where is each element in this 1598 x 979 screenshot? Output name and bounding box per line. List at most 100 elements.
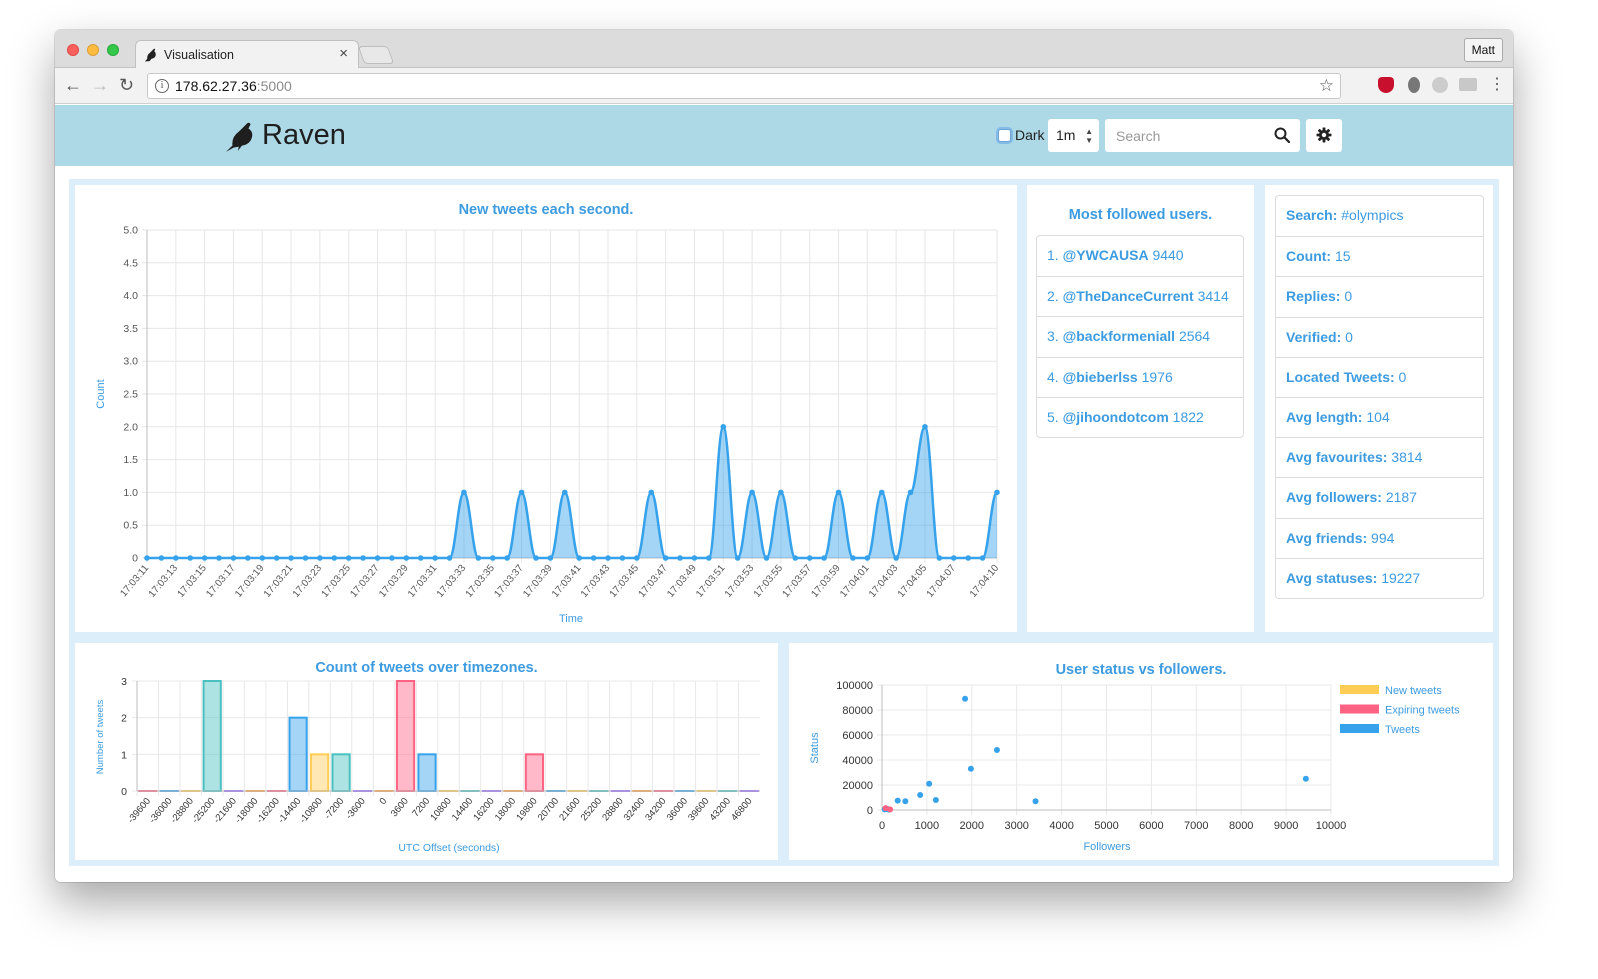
data-point xyxy=(230,555,237,561)
data-point xyxy=(403,555,410,561)
x-tick-label: 0 xyxy=(879,820,885,832)
x-tick-label: 17:03:59 xyxy=(809,563,843,600)
stat-avg-followers: Avg followers: 2187 xyxy=(1276,477,1483,517)
y-tick-label: 1 xyxy=(121,749,127,761)
new-tab-button[interactable] xyxy=(357,46,395,64)
bulb-extension-icon[interactable] xyxy=(1408,77,1420,93)
data-point xyxy=(734,555,741,561)
data-point xyxy=(922,424,928,430)
data-point xyxy=(994,489,1000,496)
search-icon[interactable] xyxy=(1274,127,1290,143)
data-point xyxy=(821,555,827,561)
data-point xyxy=(576,555,583,561)
y-tick-label: 4.0 xyxy=(123,290,138,302)
x-tick-label: 2000 xyxy=(960,820,984,832)
select-arrows-icon: ▲ ▼ xyxy=(1085,127,1093,145)
back-arrow-icon[interactable]: ← xyxy=(64,74,82,96)
stats-card: Search: #olympics Count: 15 Replies: 0 V… xyxy=(1265,185,1493,632)
user-handle[interactable]: @jihoondotcom xyxy=(1063,409,1169,425)
data-point xyxy=(893,555,899,561)
mercury-extension-icon[interactable] xyxy=(1432,77,1448,93)
data-point xyxy=(317,555,323,561)
follower-count: 9440 xyxy=(1152,247,1184,263)
extension-badge-icon[interactable] xyxy=(1459,78,1477,91)
stat-label: Avg statuses: xyxy=(1286,569,1378,586)
stat-label: Replies: xyxy=(1286,288,1341,305)
dark-mode-checkbox[interactable] xyxy=(998,129,1011,142)
x-tick-label: 17:03:43 xyxy=(579,563,613,600)
x-tick-label: 18000 xyxy=(493,796,518,823)
address-bar[interactable]: i 178.62.27.36:5000 ☆ xyxy=(147,73,1341,99)
y-tick-label: 1.5 xyxy=(123,454,138,466)
stat-label: Avg favourites: xyxy=(1286,449,1388,466)
list-item[interactable]: 5. @jihoondotcom 1822 xyxy=(1037,396,1243,437)
tab-title: Visualisation xyxy=(164,48,234,62)
data-point xyxy=(677,555,683,561)
data-point xyxy=(619,555,626,561)
x-tick-label: 7000 xyxy=(1184,820,1208,832)
data-point xyxy=(489,555,496,561)
search-input[interactable] xyxy=(1105,119,1265,152)
user-handle[interactable]: @YWCAUSA xyxy=(1063,247,1149,263)
user-handle[interactable]: @backformeniall xyxy=(1063,328,1175,344)
scatter-point xyxy=(967,765,974,772)
stat-avg-statuses: Avg statuses: 19227 xyxy=(1276,557,1483,598)
stat-label: Avg length: xyxy=(1286,408,1363,425)
reload-icon[interactable]: ↻ xyxy=(119,74,134,96)
list-item[interactable]: 4. @bieberlss 1976 xyxy=(1037,356,1243,397)
y-tick-label: 0 xyxy=(132,553,138,565)
x-tick-label: 0 xyxy=(378,796,390,807)
y-tick-label: 3.5 xyxy=(123,323,138,335)
minimize-window-button[interactable] xyxy=(87,44,99,56)
time-range-select[interactable]: 1m ▲ ▼ xyxy=(1048,119,1099,152)
data-point xyxy=(850,555,856,561)
tweets-per-second-chart: 00.51.01.52.02.53.03.54.04.55.017:03:111… xyxy=(95,225,1002,626)
close-window-button[interactable] xyxy=(67,44,79,56)
user-handle[interactable]: @TheDanceCurrent xyxy=(1063,288,1194,304)
profile-button[interactable]: Matt xyxy=(1463,38,1503,62)
x-tick-label: 3600 xyxy=(389,796,411,819)
data-point xyxy=(547,555,554,561)
bar xyxy=(417,753,437,793)
tab-close-icon[interactable]: × xyxy=(339,45,348,62)
user-handle[interactable]: @bieberlss xyxy=(1063,369,1138,385)
bookmark-star-icon[interactable]: ☆ xyxy=(1319,76,1334,96)
browser-window: Visualisation × Matt ← → ↻ i 178.62.27.3… xyxy=(55,30,1513,882)
y-tick-label: 2 xyxy=(121,713,127,725)
data-point xyxy=(835,489,842,496)
browser-tab[interactable]: Visualisation × xyxy=(135,40,359,69)
data-point xyxy=(878,489,885,496)
y-tick-label: 2.5 xyxy=(123,389,138,401)
stat-located-tweets: Located Tweets: 0 xyxy=(1276,356,1483,397)
zoom-window-button[interactable] xyxy=(107,44,119,56)
bar xyxy=(310,753,330,793)
stat-label: Count: xyxy=(1286,248,1332,265)
scatter-point xyxy=(887,806,894,813)
stat-label: Avg followers: xyxy=(1286,489,1382,506)
scatter-point xyxy=(993,747,1000,753)
list-item[interactable]: 1. @YWCAUSA 9440 xyxy=(1037,236,1243,276)
data-point xyxy=(446,555,453,561)
data-point xyxy=(144,555,150,561)
scatter-point xyxy=(917,792,924,798)
x-tick-label: 17:03:19 xyxy=(233,563,267,600)
list-item[interactable]: 3. @backformeniall 2564 xyxy=(1037,316,1243,356)
legend-label: Tweets xyxy=(1385,724,1420,736)
page: Raven Dark 1m ▲ ▼ Search New tweets each… xyxy=(55,105,1513,882)
settings-button[interactable] xyxy=(1306,119,1342,152)
scatter-point xyxy=(1032,798,1039,805)
ublock-shield-icon[interactable] xyxy=(1378,77,1394,93)
forward-arrow-icon[interactable]: → xyxy=(91,74,109,96)
x-tick-label: -7200 xyxy=(322,796,346,822)
menu-dots-icon[interactable]: ⋮ xyxy=(1489,74,1505,96)
list-item[interactable]: 2. @TheDanceCurrent 3414 xyxy=(1037,276,1243,316)
stat-avg-favourites: Avg favourites: 3814 xyxy=(1276,437,1483,477)
y-tick-label: 0.5 xyxy=(123,520,138,532)
navbar: Raven Dark 1m ▲ ▼ xyxy=(55,105,1513,166)
info-icon[interactable]: i xyxy=(155,79,169,93)
x-tick-label: 17:03:31 xyxy=(406,563,440,600)
stat-label: Avg friends: xyxy=(1286,529,1368,546)
x-tick-label: 4000 xyxy=(1049,820,1073,832)
x-tick-label: 8000 xyxy=(1229,820,1253,832)
time-range-value: 1m xyxy=(1056,127,1076,143)
